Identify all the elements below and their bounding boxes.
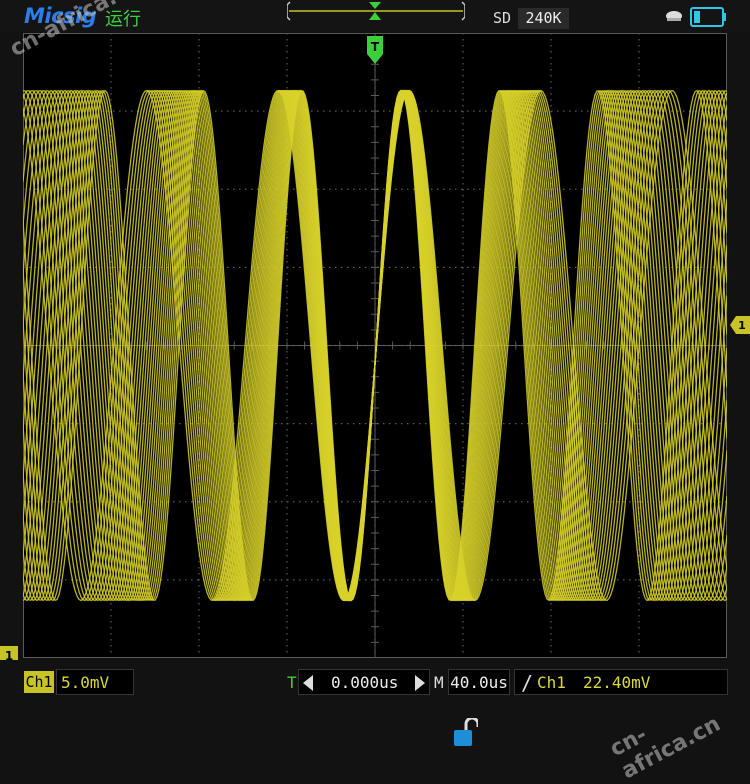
trigger-level: 22.40mV — [583, 673, 651, 692]
unlock-icon[interactable] — [452, 718, 478, 748]
usb-icon — [666, 11, 682, 21]
rising-edge-icon: / — [521, 671, 534, 695]
svg-text:T: T — [371, 40, 380, 54]
ch1-tag[interactable]: Ch1 — [24, 671, 54, 693]
timebase-label: M — [434, 673, 444, 692]
timebase-scale[interactable]: 40.0us — [448, 669, 510, 695]
left-arrow-icon[interactable] — [303, 675, 313, 691]
right-arrow-icon[interactable] — [415, 675, 425, 691]
trigger-delay-label: T — [287, 673, 297, 692]
waveform-canvas[interactable] — [23, 33, 727, 658]
trigger-delay-value: 0.000us — [331, 673, 399, 692]
trigger-position-marker[interactable]: T — [367, 36, 383, 64]
trigger-level-marker[interactable]: 1 — [730, 316, 750, 334]
svg-text:1: 1 — [738, 319, 746, 332]
trigger-delay-field[interactable]: 0.000us — [298, 669, 430, 695]
memory-position-indicator[interactable] — [287, 0, 465, 22]
trigger-source: Ch1 — [537, 673, 566, 692]
memory-depth[interactable]: 240K — [518, 8, 569, 29]
ch1-vertical-scale[interactable]: 5.0mV — [56, 669, 134, 695]
acquisition-mode: SD — [493, 9, 512, 27]
battery-icon — [690, 7, 726, 27]
waveform-display[interactable] — [23, 33, 727, 658]
